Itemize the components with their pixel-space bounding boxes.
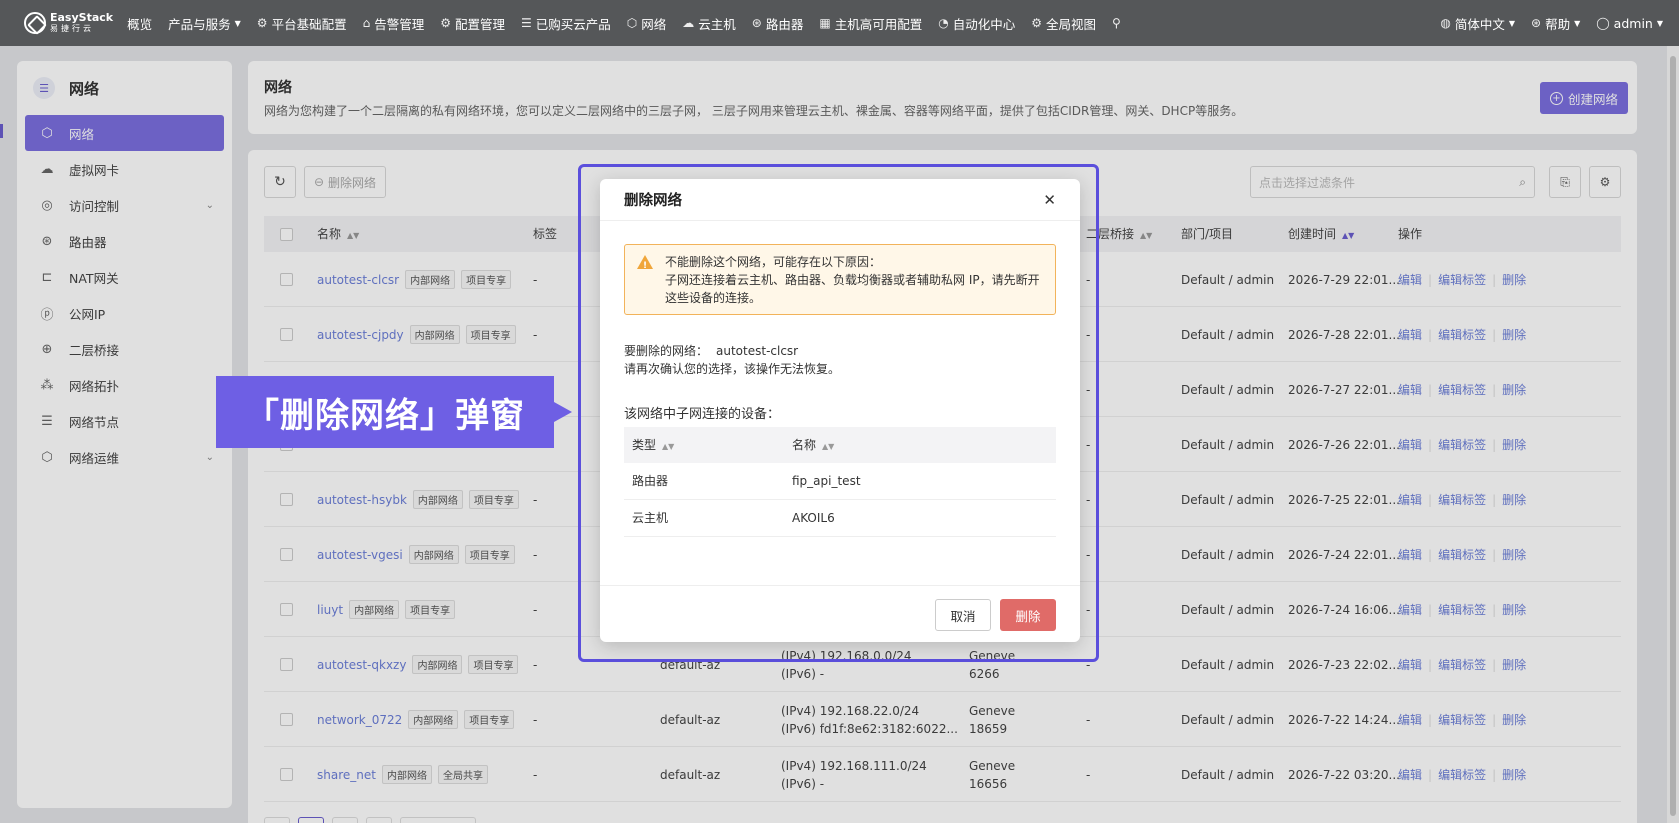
nav-item-0[interactable]: 概览 <box>127 14 152 33</box>
nav-item-7[interactable]: ☁ 云主机 <box>682 14 736 33</box>
devices-title: 该网络中子网连接的设备： <box>624 407 781 422</box>
nav-icon: ⚙ <box>256 16 268 30</box>
globe-icon: ◍ <box>1440 16 1451 30</box>
modal-title: 删除网络 <box>624 193 682 209</box>
nav-icon: ☁ <box>682 16 695 30</box>
warning-body: 子网还连接着云主机、路由器、负载均衡器或者辅助私网 IP，请先断开这些设备的连接… <box>665 273 1040 305</box>
logo-subtext: 易捷行云 <box>50 24 94 33</box>
sort-icon: ▲▼ <box>822 442 835 451</box>
user-icon: ◯ <box>1596 16 1610 30</box>
nav-icon: ⌂ <box>362 16 371 30</box>
warning-icon <box>637 255 653 275</box>
close-icon[interactable]: ✕ <box>1043 191 1056 209</box>
language-switch[interactable]: ◍ 简体中文 ▼ <box>1440 14 1515 33</box>
chevron-down-icon: ▼ <box>1656 18 1663 28</box>
confirm-text: 请再次确认您的选择，该操作无法恢复。 <box>624 362 841 376</box>
device-row: 云主机 AKOIL6 <box>624 500 1056 537</box>
nav-item-2[interactable]: ⚙ 平台基础配置 <box>257 14 347 33</box>
confirm-info: 要删除的网络： autotest-clcsr 请再次确认您的选择，该操作无法恢复。 <box>624 342 840 378</box>
user-menu[interactable]: ◯ admin ▼ <box>1596 16 1663 31</box>
easystack-logo[interactable]: EasyStack 易捷行云 <box>24 12 113 34</box>
nav-icon: ▦ <box>819 16 831 30</box>
pin-button[interactable]: ⚲ <box>1112 16 1125 30</box>
pin-icon: ⚲ <box>1112 16 1121 30</box>
logo-text: EasyStack <box>50 11 114 24</box>
top-navbar: EasyStack 易捷行云 概览 产品与服务 ▼ ⚙ 平台基础配置 ⌂ 告警管理 ⚙ 配置管理… <box>0 0 1679 46</box>
column-device-name[interactable]: 名称 ▲▼ <box>792 427 834 463</box>
device-row: 路由器 fip_api_test <box>624 463 1056 500</box>
warning-title: 不能删除这个网络，可能存在以下原因： <box>665 255 882 269</box>
modal-footer: 取消 删除 <box>600 585 1080 642</box>
delete-network-modal: 删除网络 ✕ 不能删除这个网络，可能存在以下原因： 子网还连接着云主机、路由器、… <box>600 179 1080 642</box>
devices-table-header: 类型 ▲▼ 名称 ▲▼ <box>624 427 1056 463</box>
nav-item-5[interactable]: ☰ 已购买云产品 <box>521 14 611 33</box>
modal-header: 删除网络 ✕ <box>600 179 1080 221</box>
nav-item-3[interactable]: ⌂ 告警管理 <box>363 14 425 33</box>
help-icon: ⊛ <box>1531 16 1542 30</box>
chevron-down-icon: ▼ <box>1508 18 1515 28</box>
nav-icon: ⬡ <box>626 16 638 30</box>
device-name: AKOIL6 <box>792 511 835 525</box>
target-value: autotest-clcsr <box>716 344 799 358</box>
nav-item-9[interactable]: ▦ 主机高可用配置 <box>819 14 922 33</box>
nav-icon: ☰ <box>521 16 532 30</box>
nav-item-8[interactable]: ⊛ 路由器 <box>752 14 804 33</box>
chevron-down-icon: ▼ <box>234 18 241 28</box>
nav-icon: ⚙ <box>440 16 451 30</box>
nav-item-10[interactable]: ◔ 自动化中心 <box>938 14 1015 33</box>
nav-icon: ⚙ <box>1031 16 1042 30</box>
chevron-down-icon: ▼ <box>1574 18 1581 28</box>
help-menu[interactable]: ⊛ 帮助 ▼ <box>1531 14 1580 33</box>
logo-icon <box>24 12 46 34</box>
nav-item-11[interactable]: ⚙ 全局视图 <box>1031 14 1096 33</box>
nav-icon: ◔ <box>938 16 949 30</box>
cancel-button[interactable]: 取消 <box>935 599 991 631</box>
main-nav: 概览 产品与服务 ▼ ⚙ 平台基础配置 ⌂ 告警管理 ⚙ 配置管理 ☰ 已购买云产品 ⬡ 网络 ☁ 云主机 ⊛… <box>127 14 1424 33</box>
warning-alert: 不能删除这个网络，可能存在以下原因： 子网还连接着云主机、路由器、负载均衡器或者… <box>624 244 1056 315</box>
confirm-delete-button[interactable]: 删除 <box>1000 599 1056 631</box>
annotation-callout: 「删除网络」弹窗 <box>216 376 572 448</box>
nav-item-6[interactable]: ⬡ 网络 <box>627 14 667 33</box>
column-type[interactable]: 类型 ▲▼ <box>632 427 674 463</box>
nav-icon: ⊛ <box>751 16 762 30</box>
target-label: 要删除的网络： <box>624 344 709 358</box>
nav-item-1[interactable]: 产品与服务 ▼ <box>168 14 241 33</box>
sort-icon: ▲▼ <box>662 442 675 451</box>
nav-item-4[interactable]: ⚙ 配置管理 <box>440 14 505 33</box>
device-name: fip_api_test <box>792 474 861 488</box>
device-type: 路由器 <box>632 474 669 488</box>
device-type: 云主机 <box>632 511 669 525</box>
